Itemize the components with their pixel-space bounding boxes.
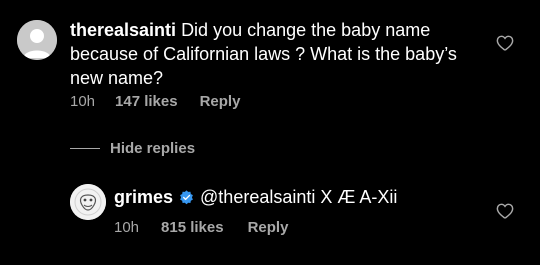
reply-likes[interactable]: 815 likes [161,219,224,236]
comment-time: 10h [70,93,96,110]
divider [70,148,100,149]
comment-body: therealsainti Did you change the baby na… [70,18,470,90]
heart-outline-icon[interactable] [496,35,514,51]
comment-reply-button[interactable]: Reply [200,93,241,110]
reply-time: 10h [114,219,140,236]
reply-body: grimes @therealsainti X Æ A-Xii [114,185,397,209]
comment-meta: 10h 147 likes Reply [70,93,240,110]
hide-replies-label: Hide replies [110,140,196,157]
reply-avatar[interactable] [70,184,106,220]
reply-text: @therealsainti X Æ A-Xii [200,187,398,207]
hide-replies-button[interactable]: Hide replies [70,140,195,157]
reply-username[interactable]: grimes [114,185,173,209]
verified-badge-icon [180,189,193,204]
comment-likes[interactable]: 147 likes [115,93,178,110]
comment-username[interactable]: therealsainti [70,20,176,40]
reply-meta: 10h 815 likes Reply [114,219,288,236]
avatar[interactable] [17,20,57,60]
default-avatar-icon [17,20,57,60]
reply-reply-button[interactable]: Reply [248,219,289,236]
heart-outline-icon[interactable] [496,203,514,219]
avatar-image [70,184,106,220]
